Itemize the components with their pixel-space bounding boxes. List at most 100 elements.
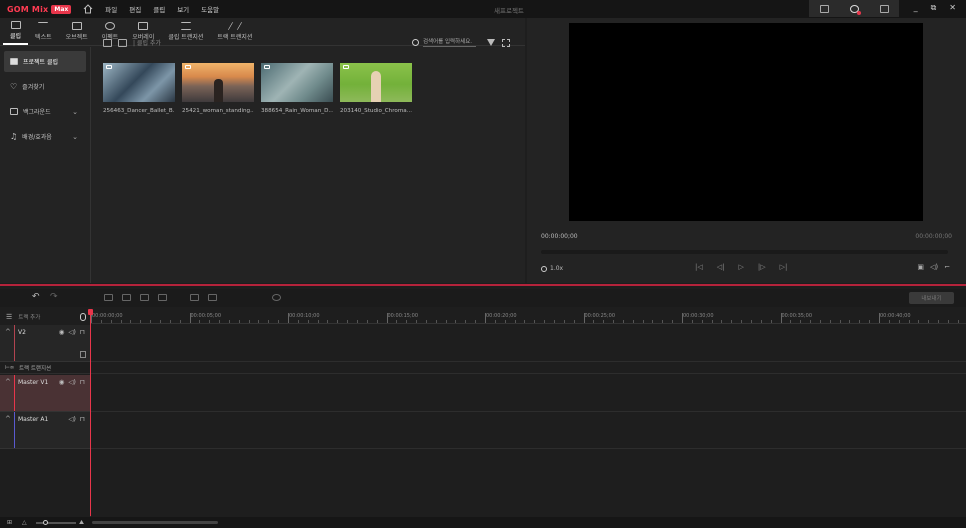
go-to-start-icon[interactable]: |◁: [695, 263, 703, 271]
clip-item[interactable]: 388654_Rain_Woman_D...: [261, 63, 333, 114]
go-to-end-icon[interactable]: ▷|: [780, 263, 788, 271]
ruler-tick: [297, 320, 299, 323]
track-settings-icon[interactable]: [80, 351, 86, 358]
clip-item[interactable]: 25421_woman_standing...: [182, 63, 254, 114]
track-lane-master-a1[interactable]: [91, 412, 966, 449]
sidebar-item-music[interactable]: ♫ 배경/효과음 ⌄: [4, 126, 86, 147]
timeline-ruler[interactable]: 00:00:00;00 00:00:05;00 00:00:10;00 00:00:1…: [91, 310, 966, 324]
timeline-scrollbar[interactable]: [92, 521, 218, 524]
timeline-zoom-slider[interactable]: [36, 522, 76, 524]
track-name: Master A1: [18, 416, 49, 423]
filter-icon[interactable]: [487, 39, 495, 46]
lock-icon[interactable]: ⊓: [80, 415, 85, 423]
clip-thumbnail[interactable]: [340, 63, 412, 102]
snapshot-icon[interactable]: ▣: [917, 263, 924, 271]
previous-frame-icon[interactable]: ◁|: [717, 263, 725, 271]
sidebar-item-project-clips[interactable]: 프로젝트 클립: [4, 51, 86, 72]
home-icon[interactable]: [83, 4, 93, 14]
crop-icon[interactable]: ⌐: [944, 263, 950, 271]
close-icon[interactable]: ✕: [949, 3, 956, 13]
track-menu-icon[interactable]: ☰: [6, 313, 12, 321]
tab-clip[interactable]: 클립: [3, 18, 29, 45]
clip-item[interactable]: 203140_Studio_Chroma...: [340, 63, 412, 114]
delete-gap-icon[interactable]: [158, 294, 167, 301]
eye-icon[interactable]: ◉: [59, 328, 65, 336]
restore-icon[interactable]: ⧉: [931, 3, 937, 13]
split-icon[interactable]: [104, 294, 113, 301]
speaker-icon[interactable]: ◁): [68, 378, 76, 386]
track-lane-master-v1[interactable]: [91, 375, 966, 412]
menu-clip[interactable]: 클립: [153, 4, 165, 14]
preview-scrubber[interactable]: [541, 250, 948, 254]
ruler-tick: [475, 320, 477, 323]
clip-thumbnail[interactable]: [103, 63, 175, 102]
play-icon[interactable]: ▷: [739, 263, 744, 271]
zoom-in-icon[interactable]: ⛰: [79, 519, 84, 527]
sidebar-item-background[interactable]: 백그라운드 ⌄: [4, 101, 86, 122]
fit-timeline-icon[interactable]: ⊞: [7, 519, 12, 526]
collapse-icon[interactable]: ^: [5, 415, 11, 423]
add-track-button[interactable]: 트랙 추가: [18, 313, 40, 321]
next-frame-icon[interactable]: |▷: [758, 263, 766, 271]
redo-icon[interactable]: ↷: [50, 292, 58, 302]
overlay-icon: [138, 22, 149, 30]
clip-thumbnail[interactable]: [182, 63, 254, 102]
keyboard-icon[interactable]: [819, 4, 829, 13]
clip-item[interactable]: 256463_Dancer_Ballet_B...: [103, 63, 175, 114]
undo-icon[interactable]: ↶: [32, 292, 40, 302]
lock-icon[interactable]: ⊓: [80, 378, 85, 386]
search-icon[interactable]: [412, 38, 419, 46]
minimize-icon[interactable]: _: [914, 3, 918, 13]
menu-file[interactable]: 파일: [105, 4, 117, 14]
menu-edit[interactable]: 편집: [129, 4, 141, 14]
save-icon[interactable]: [879, 4, 889, 13]
track-lane-v2[interactable]: [91, 325, 966, 362]
audio-edit-icon[interactable]: [272, 294, 281, 301]
track-header-master-a1[interactable]: ^ Master A1 ◁) ⊓: [0, 412, 91, 449]
speed-icon[interactable]: [208, 294, 217, 301]
crop-clip-icon[interactable]: [190, 294, 199, 301]
tab-text[interactable]: 텍스트: [28, 18, 59, 45]
screen-record-icon[interactable]: [849, 4, 861, 15]
sidebar-item-favorites[interactable]: ♡ 즐겨찾기: [4, 76, 86, 97]
timeline-zoom-handle[interactable]: [43, 520, 48, 525]
trim-end-icon[interactable]: [140, 294, 149, 301]
chevron-down-icon[interactable]: ⌄: [72, 108, 78, 116]
chevron-down-icon[interactable]: ⌄: [72, 133, 78, 141]
grid-view-icon[interactable]: [502, 39, 510, 47]
tab-track-transition[interactable]: 트랙 트랜지션: [210, 18, 259, 45]
transition-icon: ⊢∞: [5, 365, 15, 371]
menu-help[interactable]: 도움말: [201, 4, 219, 14]
cut-icon[interactable]: [240, 294, 249, 301]
add-clip-label[interactable]: | 클립 추가: [133, 38, 161, 47]
clip-thumbnail[interactable]: [261, 63, 333, 102]
trim-start-icon[interactable]: [122, 294, 131, 301]
tab-object[interactable]: 오브젝트: [59, 18, 95, 45]
ruler-tick: [879, 313, 880, 323]
panel-divider[interactable]: [0, 284, 966, 286]
track-header-master-v1[interactable]: ^ Master V1 ◉ ◁) ⊓: [0, 375, 91, 412]
tab-clip-transition[interactable]: 클립 트랜지션: [161, 18, 210, 45]
attach-icon[interactable]: [80, 313, 86, 321]
eye-icon[interactable]: ◉: [59, 378, 65, 386]
ruler-tick: [760, 320, 762, 323]
playhead[interactable]: [90, 312, 91, 516]
search-input[interactable]: 검색어를 입력하세요.: [423, 37, 476, 47]
track-header-v2[interactable]: ^ V2 ◉ ◁) ⊓: [0, 325, 91, 362]
preview-zoom[interactable]: 1.0x: [541, 265, 563, 272]
export-button[interactable]: 내보내기: [909, 292, 954, 304]
lock-icon[interactable]: ⊓: [80, 328, 85, 336]
menu-view[interactable]: 보기: [177, 4, 189, 14]
ruler-tick: [918, 320, 920, 323]
pen-icon[interactable]: [308, 294, 317, 301]
import-media-icon[interactable]: [103, 38, 112, 47]
zoom-out-icon[interactable]: △: [22, 519, 27, 526]
volume-icon[interactable]: ◁): [930, 263, 938, 271]
speaker-icon[interactable]: ◁): [68, 328, 76, 336]
video-preview[interactable]: [569, 23, 923, 221]
add-folder-icon[interactable]: [118, 38, 127, 47]
fx-icon[interactable]: [290, 294, 299, 301]
collapse-icon[interactable]: ^: [5, 328, 11, 336]
speaker-icon[interactable]: ◁): [68, 415, 76, 423]
collapse-icon[interactable]: ^: [5, 378, 11, 386]
